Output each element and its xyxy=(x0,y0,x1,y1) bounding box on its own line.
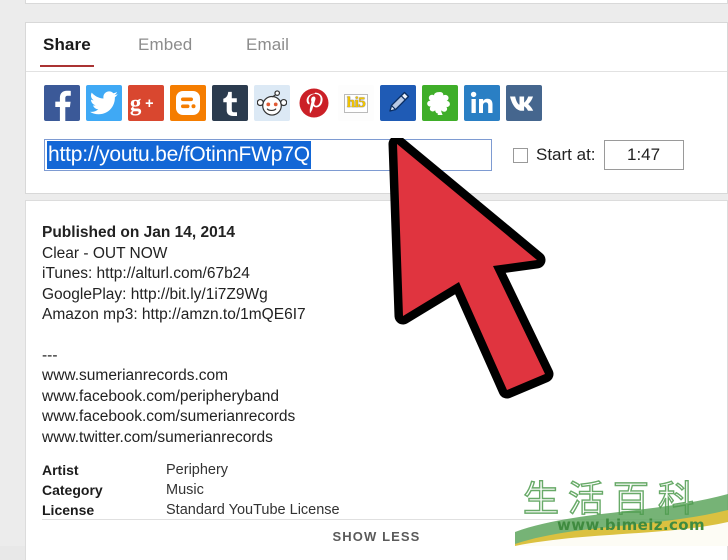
metadata-row-license: License Standard YouTube License xyxy=(42,500,727,520)
share-panel: Share Embed Email g + hi5 http://youtu.b… xyxy=(25,22,728,194)
description-line-4: Amazon mp3: http://amzn.to/1mQE6I7 xyxy=(42,306,306,323)
start-at-group: Start at: 1:47 xyxy=(513,139,684,171)
share-blog-button[interactable] xyxy=(380,85,416,121)
share-tumblr-button[interactable] xyxy=(212,85,248,121)
tab-email[interactable]: Email xyxy=(246,35,289,67)
start-at-time-input[interactable]: 1:47 xyxy=(603,140,684,170)
reddit-icon xyxy=(257,90,287,116)
clover-icon xyxy=(427,92,450,115)
pinterest-icon xyxy=(299,88,329,118)
share-reddit-button[interactable] xyxy=(254,85,290,121)
description-line-3: GooglePlay: http://bit.ly/1i7Z9Wg xyxy=(42,285,268,303)
vk-icon xyxy=(510,96,534,111)
facebook-icon xyxy=(55,90,71,121)
start-at-label: Start at: xyxy=(536,145,596,164)
social-share-buttons: g + hi5 xyxy=(44,85,542,121)
metadata-key-license: License xyxy=(42,502,95,518)
share-googleplus-button[interactable]: g + xyxy=(128,85,164,121)
description-link-2[interactable]: www.facebook.com/peripheryband xyxy=(42,387,727,408)
share-facebook-button[interactable] xyxy=(44,85,80,121)
share-tab-bar: Share Embed Email xyxy=(26,23,727,72)
description-link-4[interactable]: www.twitter.com/sumerianrecords xyxy=(42,428,727,449)
share-blogger-button[interactable] xyxy=(170,85,206,121)
tab-share-label: Share xyxy=(43,35,91,54)
share-pinterest-button[interactable] xyxy=(296,85,332,121)
metadata-value-artist: Periphery xyxy=(166,462,229,478)
share-vk-button[interactable] xyxy=(506,85,542,121)
pencil-icon xyxy=(389,91,410,112)
metadata-row-category: Category Music xyxy=(42,480,727,500)
video-metadata-table: Artist Periphery Category Music License … xyxy=(42,460,727,520)
show-less-button[interactable]: SHOW LESS xyxy=(26,529,727,544)
svg-text:g: g xyxy=(130,91,142,116)
description-separator: --- xyxy=(42,346,58,364)
published-date: Published on Jan 14, 2014 xyxy=(42,224,235,241)
share-url-input[interactable]: http://youtu.be/fOtinnFWp7Q xyxy=(44,139,492,171)
share-livejournal-button[interactable] xyxy=(422,85,458,121)
linkedin-icon xyxy=(470,91,493,113)
tumblr-icon xyxy=(223,91,237,116)
metadata-value-license: Standard YouTube License xyxy=(166,502,340,518)
description-link-1[interactable]: www.sumerianrecords.com xyxy=(42,366,727,387)
google-plus-icon: g + xyxy=(130,91,154,116)
description-line-2: iTunes: http://alturl.com/67b24 xyxy=(42,265,250,282)
metadata-key-category: Category xyxy=(42,482,103,498)
svg-text:+: + xyxy=(145,96,153,112)
description-line-1: Clear - OUT NOW xyxy=(42,244,168,262)
video-description-panel: Published on Jan 14, 2014 Clear - OUT NO… xyxy=(25,200,728,560)
metadata-value-category: Music xyxy=(166,482,204,498)
metadata-row-artist: Artist Periphery xyxy=(42,460,727,480)
description-link-3[interactable]: www.facebook.com/sumerianrecords xyxy=(42,407,727,428)
start-at-checkbox[interactable] xyxy=(513,147,528,163)
twitter-icon xyxy=(89,91,118,115)
page-top-strip xyxy=(25,0,728,4)
share-twitter-button[interactable] xyxy=(86,85,122,121)
tab-share[interactable]: Share xyxy=(40,35,94,67)
share-hi5-button[interactable]: hi5 xyxy=(338,85,374,121)
metadata-key-artist: Artist xyxy=(42,462,79,478)
share-url-row: http://youtu.be/fOtinnFWp7Q Start at: 1:… xyxy=(26,139,727,179)
page-background: Share Embed Email g + hi5 http://youtu.b… xyxy=(0,0,728,560)
tab-email-label: Email xyxy=(246,35,290,54)
show-less-divider xyxy=(42,519,711,520)
share-url-value: http://youtu.be/fOtinnFWp7Q xyxy=(47,141,311,169)
share-linkedin-button[interactable] xyxy=(464,85,500,121)
hi5-icon: hi5 xyxy=(343,93,369,113)
blogger-icon xyxy=(176,91,200,115)
tab-embed[interactable]: Embed xyxy=(138,35,192,67)
tab-embed-label: Embed xyxy=(138,35,193,54)
